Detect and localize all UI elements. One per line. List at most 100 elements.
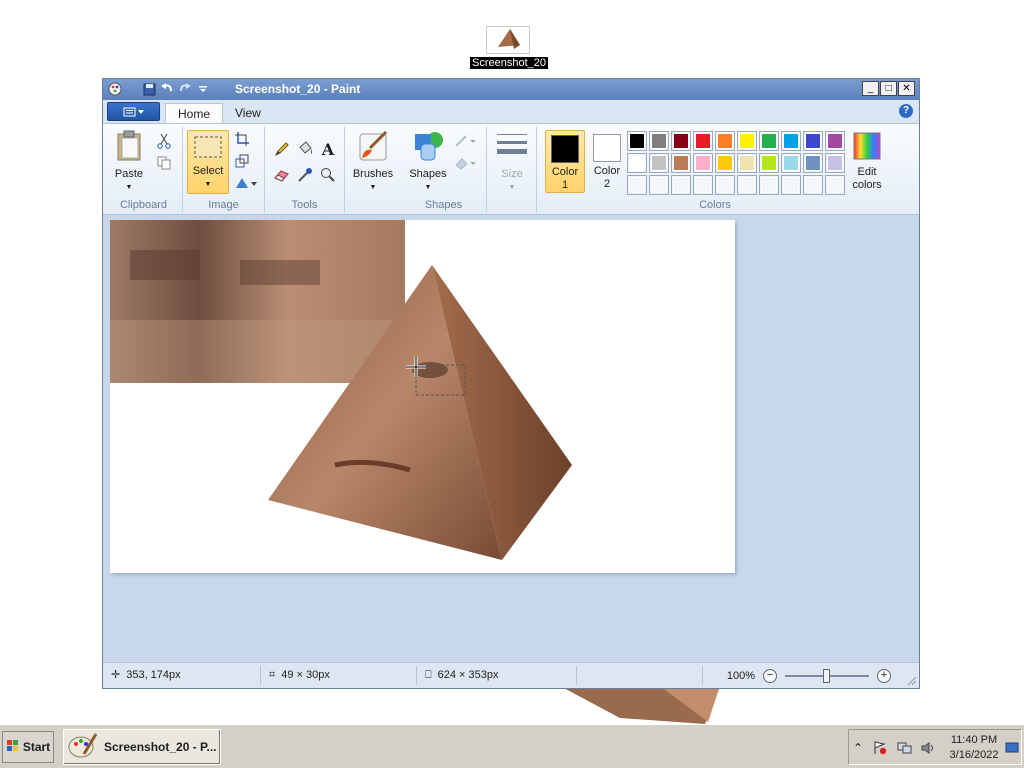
select-dropdown-arrow-icon[interactable]: ▼ <box>188 178 228 191</box>
pencil-icon[interactable] <box>273 140 291 158</box>
title-bar[interactable]: Screenshot_20 - Paint _ □ ✕ <box>103 79 919 100</box>
brushes-dropdown-arrow-icon[interactable]: ▼ <box>349 181 397 194</box>
redo-icon[interactable] <box>177 81 193 97</box>
drawing-canvas[interactable] <box>110 220 735 573</box>
group-brushes: Brushes ▼ <box>345 126 401 212</box>
palette-swatch[interactable] <box>715 153 735 173</box>
brushes-button[interactable]: Brushes ▼ <box>349 130 397 194</box>
selection-size-value: 49 × 30px <box>281 669 330 681</box>
size-button[interactable]: Size ▼ <box>491 130 533 194</box>
palette-swatch[interactable] <box>759 131 779 151</box>
zoom-slider-thumb[interactable] <box>823 668 830 683</box>
select-label: Select <box>192 165 224 177</box>
start-button[interactable]: Start <box>2 731 54 763</box>
palette-swatch-color <box>783 177 799 193</box>
palette-swatch[interactable] <box>693 175 713 195</box>
zoom-out-icon[interactable]: − <box>763 668 777 683</box>
palette-swatch[interactable] <box>671 175 691 195</box>
paste-button[interactable]: Paste ▼ <box>113 130 145 194</box>
action-center-flag-icon[interactable] <box>873 741 887 755</box>
select-button[interactable]: Select ▼ <box>187 130 229 194</box>
group-shapes: Shapes ▼ Shapes <box>401 126 487 212</box>
network-icon[interactable] <box>897 741 912 755</box>
palette-swatch-color <box>695 155 711 171</box>
palette-swatch[interactable] <box>803 175 823 195</box>
palette-swatch-color <box>783 155 799 171</box>
palette-swatch[interactable] <box>627 175 647 195</box>
show-desktop-icon[interactable] <box>1005 741 1019 755</box>
palette-swatch[interactable] <box>671 131 691 151</box>
tab-view[interactable]: View <box>223 103 273 123</box>
color-picker-icon[interactable] <box>296 166 314 184</box>
clock[interactable]: 11:40 PM 3/16/2022 <box>949 733 999 763</box>
palette-swatch[interactable] <box>649 131 669 151</box>
crop-icon[interactable] <box>233 130 251 148</box>
copy-icon[interactable] <box>155 154 173 172</box>
cut-icon[interactable] <box>155 132 173 150</box>
edit-colors-button[interactable]: Edit colors <box>847 132 887 192</box>
size-dropdown-arrow-icon[interactable]: ▼ <box>491 181 533 194</box>
volume-icon[interactable] <box>921 741 935 755</box>
taskbar-button-paint[interactable]: Screenshot_20 - P... <box>63 729 221 765</box>
color-palette <box>627 131 847 197</box>
paint-menu-button[interactable] <box>107 102 160 121</box>
palette-swatch[interactable] <box>671 153 691 173</box>
palette-swatch[interactable] <box>825 153 845 173</box>
resize-grip-icon[interactable] <box>905 674 917 686</box>
palette-swatch[interactable] <box>649 175 669 195</box>
ribbon-home: Paste ▼ Clipboard Select ▼ Image A Tools… <box>103 123 919 215</box>
palette-swatch[interactable] <box>803 153 823 173</box>
text-tool-icon[interactable]: A <box>319 140 337 159</box>
maximize-button[interactable]: □ <box>880 81 897 96</box>
palette-swatch[interactable] <box>715 131 735 151</box>
palette-swatch[interactable] <box>781 153 801 173</box>
eraser-icon[interactable] <box>273 166 291 184</box>
canvas-workarea[interactable] <box>103 215 919 662</box>
save-icon[interactable] <box>141 81 157 97</box>
desktop-icon-screenshot[interactable]: Screenshot_20 <box>470 26 548 69</box>
rotate-icon[interactable] <box>233 174 259 192</box>
help-icon[interactable]: ? <box>899 104 913 118</box>
zoom-slider[interactable] <box>785 668 869 683</box>
show-hidden-icons-icon[interactable]: ⌃ <box>853 741 867 755</box>
palette-swatch-color <box>717 133 733 149</box>
palette-swatch[interactable] <box>759 153 779 173</box>
close-button[interactable]: ✕ <box>898 81 915 96</box>
edit-colors-label-line1: Edit <box>857 166 877 178</box>
palette-swatch[interactable] <box>649 153 669 173</box>
palette-swatch[interactable] <box>781 175 801 195</box>
palette-swatch[interactable] <box>693 153 713 173</box>
palette-swatch[interactable] <box>737 131 757 151</box>
undo-icon[interactable] <box>159 81 175 97</box>
palette-swatch[interactable] <box>803 131 823 151</box>
palette-swatch[interactable] <box>825 131 845 151</box>
tab-home[interactable]: Home <box>165 103 224 123</box>
palette-swatch-color <box>761 133 777 149</box>
palette-swatch[interactable] <box>693 131 713 151</box>
fill-icon[interactable] <box>453 154 479 172</box>
shapes-button[interactable]: Shapes ▼ <box>405 130 451 194</box>
magnifier-icon[interactable] <box>319 166 337 184</box>
palette-swatch[interactable] <box>715 175 735 195</box>
palette-swatch[interactable] <box>781 131 801 151</box>
customize-toolbar-chevron-icon[interactable] <box>195 81 211 97</box>
fill-bucket-icon[interactable] <box>296 140 314 158</box>
status-selection-size: ⌗ 49 × 30px <box>261 666 417 685</box>
paint-app-icon[interactable] <box>107 81 123 97</box>
shapes-dropdown-arrow-icon[interactable]: ▼ <box>405 181 451 194</box>
palette-swatch[interactable] <box>627 153 647 173</box>
palette-swatch-color <box>629 133 645 149</box>
color2-button[interactable]: Color 2 <box>587 130 627 193</box>
minimize-button[interactable]: _ <box>862 81 879 96</box>
palette-swatch[interactable] <box>737 153 757 173</box>
outline-icon[interactable] <box>453 132 479 150</box>
palette-swatch[interactable] <box>737 175 757 195</box>
zoom-in-icon[interactable]: + <box>877 668 891 683</box>
brush-icon <box>349 130 397 166</box>
paste-dropdown-arrow-icon[interactable]: ▼ <box>113 181 145 194</box>
resize-icon[interactable] <box>233 152 251 170</box>
palette-swatch[interactable] <box>759 175 779 195</box>
palette-swatch[interactable] <box>627 131 647 151</box>
palette-swatch[interactable] <box>825 175 845 195</box>
color1-button[interactable]: Color 1 <box>545 130 585 193</box>
